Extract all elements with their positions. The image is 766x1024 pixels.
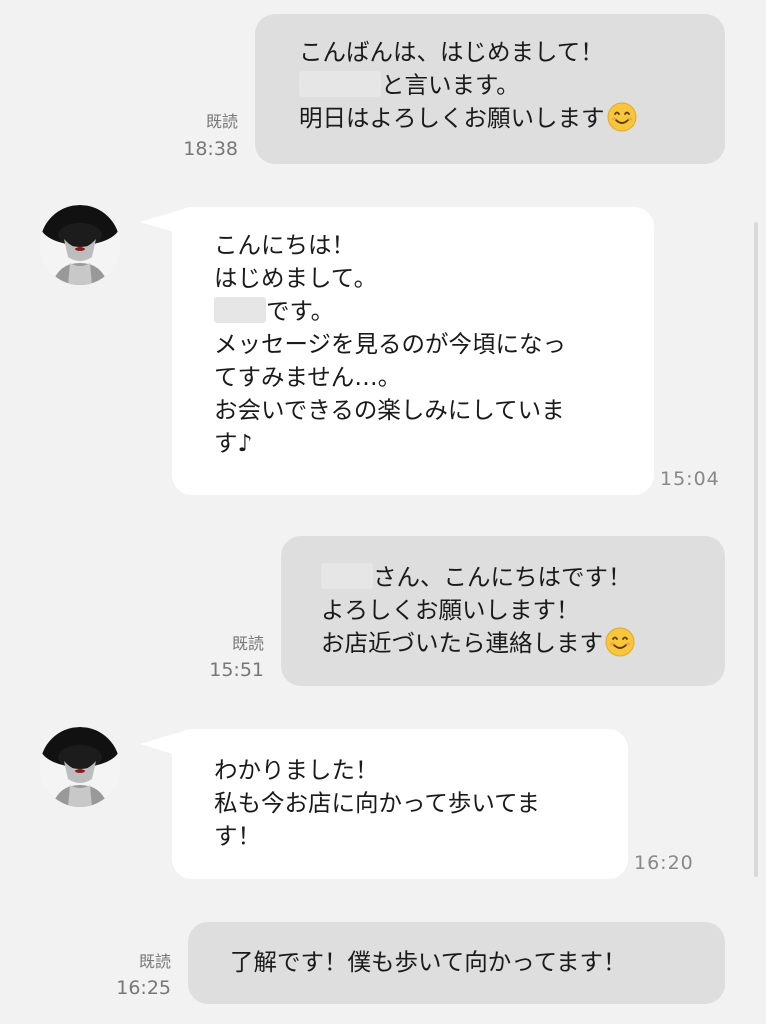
incoming-message-bubble[interactable]: こんにちは！ はじめまして。 です。 メッセージを見るのが今頃になっ てすみませ… <box>172 207 654 495</box>
read-receipt: 既読 <box>231 634 264 653</box>
message-line: てすみません…。 <box>214 363 402 391</box>
outgoing-message-bubble[interactable]: さん、こんにちはです！ よろしくお願いします！ お店近づいたら連絡します <box>281 536 725 686</box>
message-line: 了解です！僕も歩いて向かってます！ <box>230 948 627 976</box>
redacted-name <box>299 71 381 97</box>
message-time: 18:38 <box>183 138 238 160</box>
message-line: お店近づいたら連絡します <box>321 627 725 660</box>
redacted-name <box>321 563 373 589</box>
message-line: す♪ <box>214 429 253 457</box>
message-line: さん、こんにちはです！ <box>321 561 725 594</box>
outgoing-message-bubble[interactable]: こんばんは、はじめまして！ と言います。 明日はよろしくお願いします <box>255 14 725 164</box>
message-line: です。 <box>214 295 654 328</box>
contact-avatar[interactable] <box>40 727 120 807</box>
outgoing-message-bubble[interactable]: 了解です！僕も歩いて向かってます！ <box>188 922 725 1004</box>
message-time: 15:51 <box>209 659 264 681</box>
message-line: よろしくお願いします！ <box>321 596 580 624</box>
message-line: す！ <box>214 822 261 850</box>
redacted-name <box>214 297 266 323</box>
message-line: メッセージを見るのが今頃になっ <box>214 330 567 358</box>
message-time: 16:20 <box>634 852 694 874</box>
message-line: 私も今お店に向かって歩いてま <box>214 789 540 817</box>
message-line: わかりました！ <box>214 756 379 784</box>
message-line: お会いできるの楽しみにしていま <box>214 396 565 424</box>
message-line: と言います。 <box>299 69 725 102</box>
message-line: はじめまして。 <box>214 264 378 292</box>
avatar-image <box>40 205 120 285</box>
read-receipt: 既読 <box>138 952 171 971</box>
message-line: こんばんは、はじめまして！ <box>299 38 604 66</box>
chat-scrollbar[interactable] <box>754 222 758 877</box>
avatar-image <box>40 727 120 807</box>
smiling-face-emoji-icon <box>605 627 635 657</box>
contact-avatar[interactable] <box>40 205 120 285</box>
message-line: 明日はよろしくお願いします <box>299 102 725 135</box>
message-time: 16:25 <box>116 977 171 999</box>
smiling-face-emoji-icon <box>607 102 636 132</box>
read-receipt: 既読 <box>205 112 238 131</box>
incoming-message-bubble[interactable]: わかりました！ 私も今お店に向かって歩いてま す！ <box>172 729 628 879</box>
message-line: こんにちは！ <box>214 231 355 259</box>
message-time: 15:04 <box>660 468 720 490</box>
